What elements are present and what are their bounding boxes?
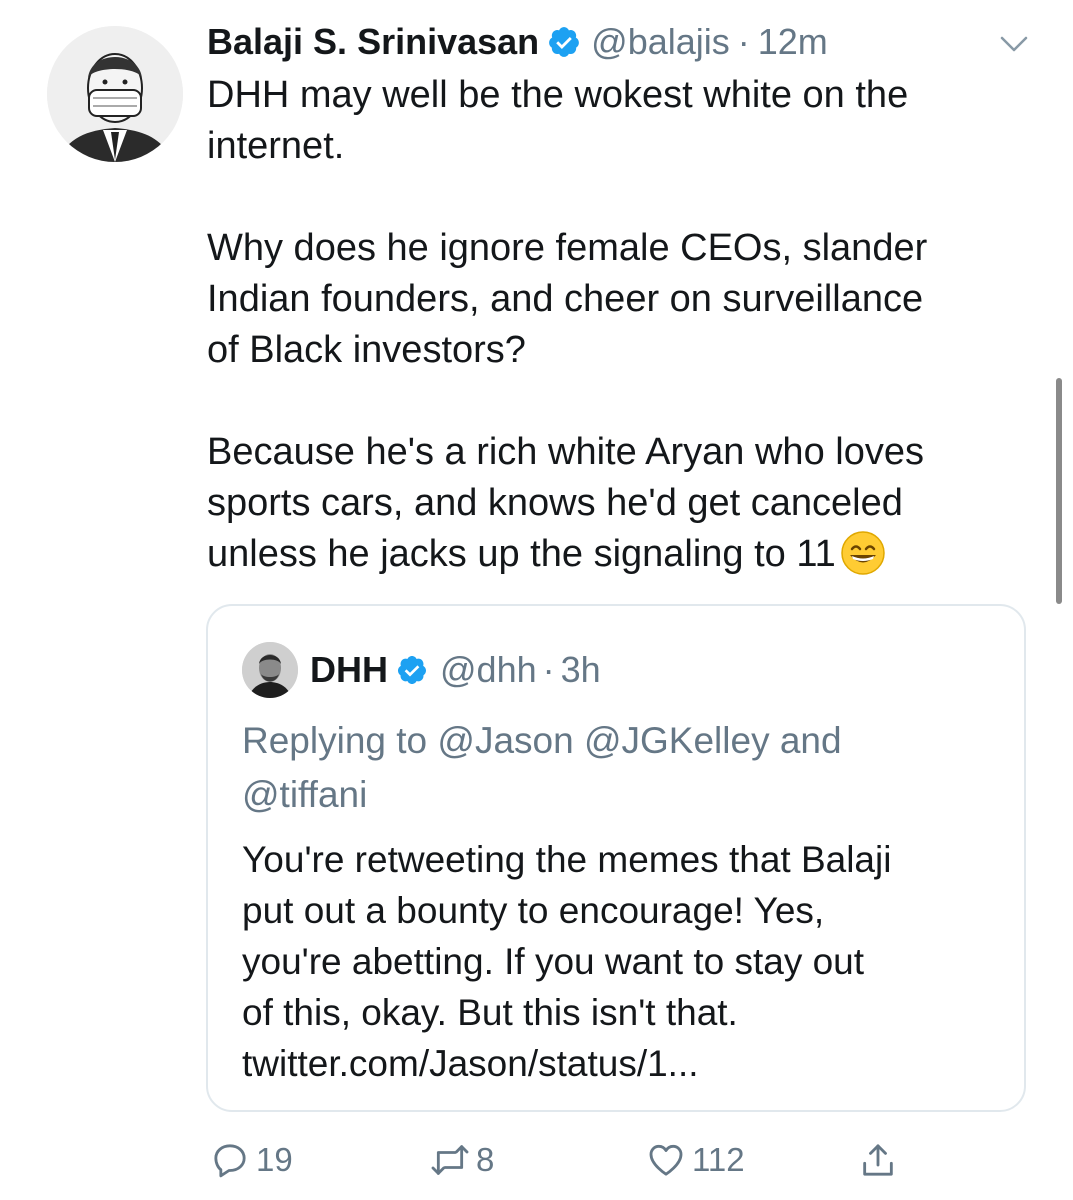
quoted-text-line: of this, okay. But this isn't that.: [242, 992, 738, 1033]
share-icon: [863, 1144, 893, 1176]
tweet-text-line-last: unless he jacks up the signaling to 11: [207, 529, 1007, 580]
tweet-text-line: sports cars, and knows he'd get canceled: [207, 482, 903, 524]
reply-icon: [214, 1144, 246, 1178]
quoted-link[interactable]: twitter.com/Jason/status/1...: [242, 1038, 1002, 1089]
verified-badge-icon: [549, 27, 580, 57]
tweet-text-line: unless he jacks up the signaling to 11: [207, 533, 836, 575]
tweet-text-line: DHH may well be the wokest white on the: [207, 74, 909, 116]
reply-count: 19: [256, 1141, 293, 1178]
separator-dot: ·: [542, 649, 555, 690]
separator-dot: ·: [737, 21, 750, 62]
author-handle[interactable]: @balajis: [591, 21, 730, 63]
retweet-count: 8: [476, 1141, 495, 1178]
heart-icon: [649, 1144, 683, 1176]
tweet-text-line: of Black investors?: [207, 329, 526, 371]
like-count: 112: [692, 1141, 745, 1178]
reply-button[interactable]: 19: [210, 1134, 293, 1186]
tweet-text-line: internet.: [207, 125, 345, 167]
quoted-tweet[interactable]: DHH @dhh · 3h Replying to @Jason @JGKell…: [206, 604, 1026, 1112]
quoted-text: You're retweeting the memes that Balaji …: [242, 834, 1002, 1089]
replying-to-line: Replying to @Jason @JGKelley and: [242, 720, 842, 761]
tweet-text-line: Because he's a rich white Aryan who love…: [207, 431, 924, 473]
grinning-face-emoji-icon: [841, 531, 885, 575]
quoted-text-line: You're retweeting the memes that Balaji: [242, 839, 892, 880]
retweet-button[interactable]: 8: [430, 1134, 494, 1186]
replying-to-line: @tiffani: [242, 774, 368, 815]
chevron-down-icon[interactable]: [996, 26, 1032, 62]
tweet-text-line: Indian founders, and cheer on surveillan…: [207, 278, 924, 320]
quoted-timestamp[interactable]: 3h: [561, 649, 601, 691]
share-button[interactable]: [858, 1134, 898, 1186]
retweet-icon: [431, 1145, 469, 1175]
replying-to: Replying to @Jason @JGKelley and @tiffan…: [242, 714, 1002, 822]
scrollbar[interactable]: [1056, 378, 1062, 604]
like-button[interactable]: 112: [646, 1134, 745, 1186]
tweet-text: DHH may well be the wokest white on the …: [207, 70, 1007, 580]
tweet-actions: 19 8 112: [0, 1134, 1073, 1186]
author-avatar[interactable]: [47, 26, 183, 162]
quoted-text-line: you're abetting. If you want to stay out: [242, 941, 865, 982]
quoted-author-name[interactable]: DHH: [310, 649, 388, 691]
tweet-text-line: Why does he ignore female CEOs, slander: [207, 227, 928, 269]
author-name[interactable]: Balaji S. Srinivasan: [207, 21, 539, 63]
quoted-text-line: put out a bounty to encourage! Yes,: [242, 890, 825, 931]
quoted-header: DHH @dhh · 3h: [310, 646, 601, 694]
quoted-author-handle[interactable]: @dhh: [440, 649, 537, 691]
verified-badge-icon: [397, 656, 426, 684]
quoted-author-avatar[interactable]: [242, 642, 298, 698]
tweet-header: Balaji S. Srinivasan @balajis · 12m: [207, 18, 828, 66]
tweet-timestamp[interactable]: 12m: [758, 21, 828, 63]
